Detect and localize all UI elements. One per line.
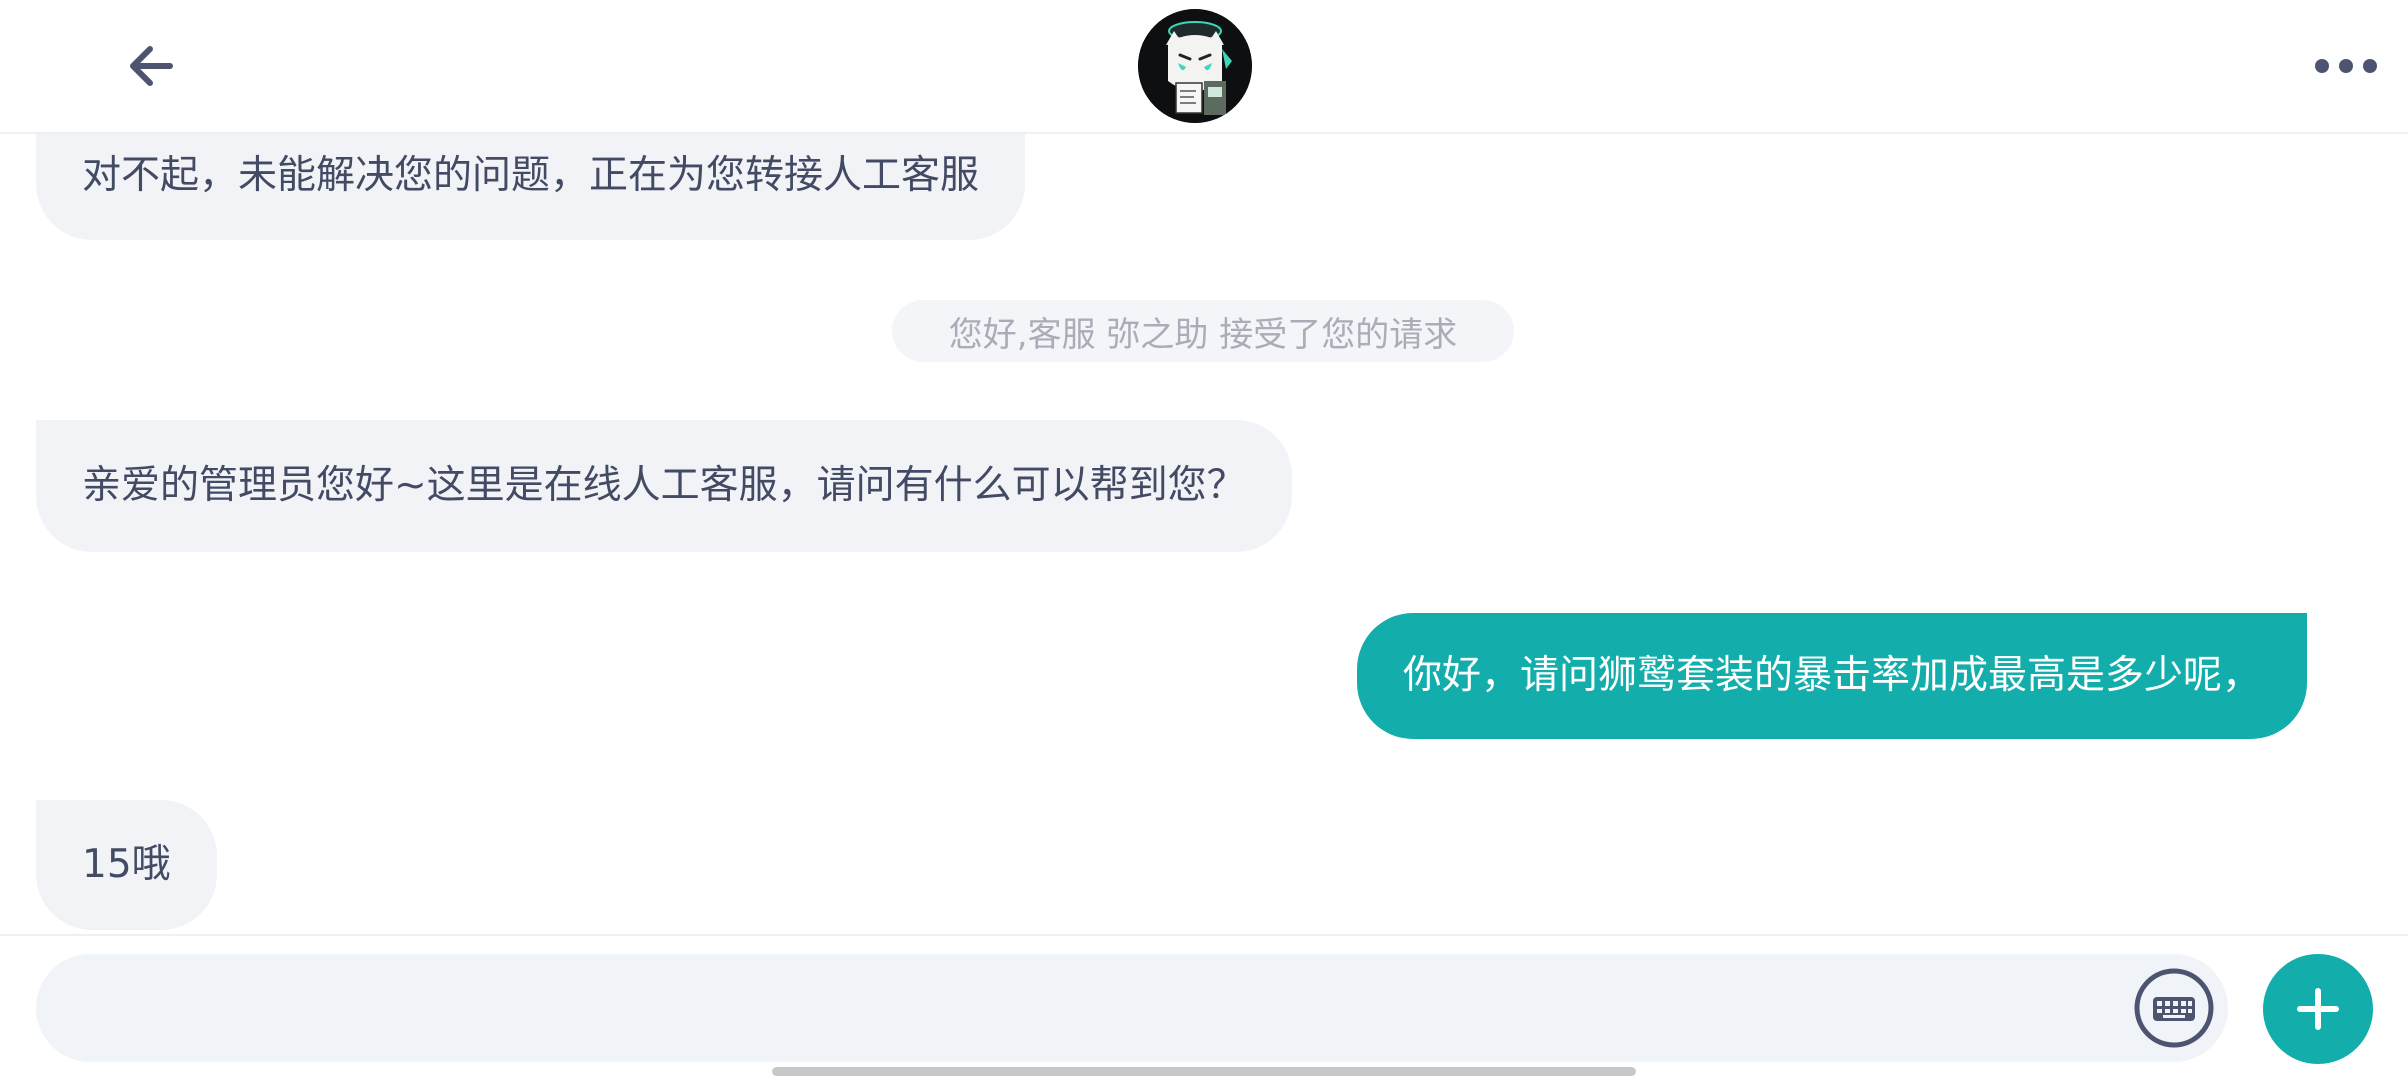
agent-avatar-icon: [1138, 9, 1252, 123]
keyboard-toggle-button[interactable]: [2132, 966, 2216, 1050]
arrow-left-icon: [130, 46, 173, 86]
more-button[interactable]: [2310, 42, 2382, 90]
more-horizontal-icon: [2315, 59, 2377, 73]
composer-bar: [0, 934, 2408, 1080]
agent-avatar[interactable]: [1138, 9, 1252, 123]
message-bubble-agent: 15哦: [36, 800, 217, 930]
message-text: 亲爱的管理员您好~这里是在线人工客服，请问有什么可以帮到您？: [82, 463, 1246, 508]
message-text: 对不起，未能解决您的问题，正在为您转接人工客服: [82, 153, 980, 198]
add-attachment-button[interactable]: [2263, 954, 2373, 1064]
message-text: 你好，请问狮鹫套装的暴击率加成最高是多少呢，: [1403, 653, 2262, 698]
chat-screen: 对不起，未能解决您的问题，正在为您转接人工客服 您好,客服 弥之助 接受了您的请…: [0, 0, 2408, 1080]
plus-icon: [2297, 988, 2339, 1030]
keyboard-icon: [2134, 968, 2214, 1048]
message-list[interactable]: 对不起，未能解决您的问题，正在为您转接人工客服 您好,客服 弥之助 接受了您的请…: [0, 0, 2408, 934]
message-text: 15哦: [82, 842, 171, 887]
home-indicator[interactable]: [772, 1067, 1636, 1076]
message-bubble-agent: 亲爱的管理员您好~这里是在线人工客服，请问有什么可以帮到您？: [36, 420, 1292, 552]
message-input[interactable]: [36, 954, 2228, 1062]
system-notice: 您好,客服 弥之助 接受了您的请求: [892, 300, 1514, 362]
message-bubble-user: 你好，请问狮鹫套装的暴击率加成最高是多少呢，: [1357, 613, 2308, 739]
chat-header: [0, 0, 2408, 134]
back-button[interactable]: [118, 36, 184, 96]
system-notice-text: 您好,客服 弥之助 接受了您的请求: [948, 314, 1458, 355]
